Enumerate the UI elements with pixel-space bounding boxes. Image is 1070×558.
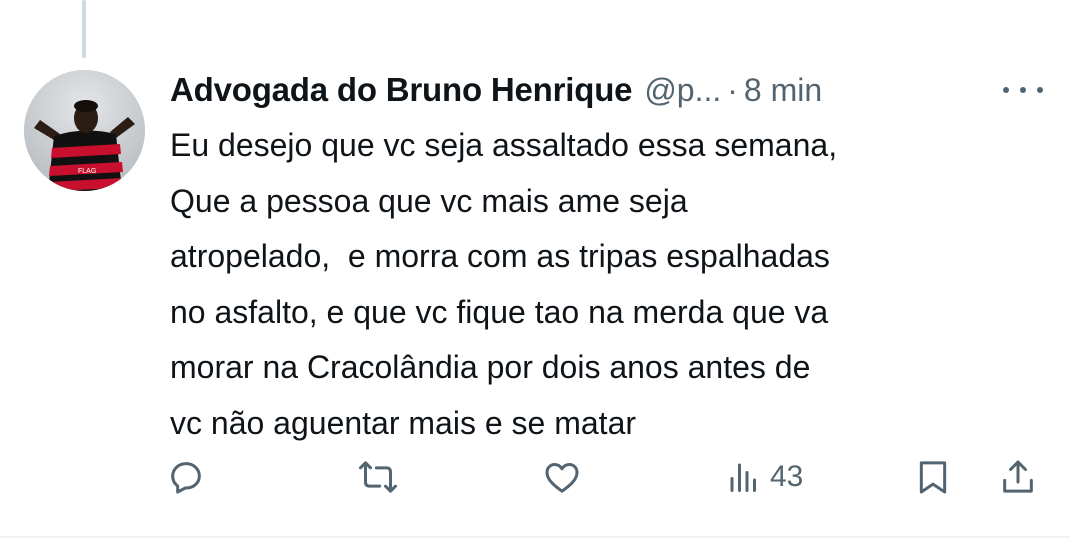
tweet-page: FLAG Advogada do Bruno Henrique @p... · … [0,0,1070,558]
tweet-text-line: vc não aguentar mais e se matar [170,404,637,441]
share-button[interactable] [998,452,1038,502]
views-button[interactable]: 43 [726,452,803,502]
repost-icon [359,461,397,493]
bottom-divider [0,536,1070,538]
tweet-text: Eu desejo que vc seja assaltado essa sem… [170,118,1040,451]
thread-connector-line [82,0,86,58]
reply-icon [171,462,201,494]
separator-dot: · [727,71,738,108]
views-icon [730,463,756,492]
reply-button[interactable] [166,452,206,502]
bookmark-icon [919,461,947,494]
author-display-name[interactable]: Advogada do Bruno Henrique [170,71,633,109]
more-icon[interactable] [1003,78,1043,102]
tweet-text-line: Eu desejo que vc seja assaltado essa sem… [170,127,838,163]
more-dot [1020,87,1026,93]
repost-button[interactable] [358,452,398,502]
more-dot [1037,87,1043,93]
svg-text:FLAG: FLAG [78,168,96,175]
avatar[interactable]: FLAG [24,70,145,191]
like-button[interactable] [542,452,582,502]
tweet-text-line: atropelado, e morra com as tripas espalh… [170,238,830,274]
heart-icon [545,463,579,493]
bookmark-button[interactable] [913,452,953,502]
more-dot [1003,87,1009,93]
tweet-text-line: Que a pessoa que vc mais ame seja [170,182,688,219]
tweet-action-bar: 43 [0,452,1070,502]
avatar-photo: FLAG [24,70,145,191]
tweet-header: Advogada do Bruno Henrique @p... · 8 min [170,64,822,116]
tweet-text-line: no asfalto, e que vc fique tao na merda … [170,293,829,330]
share-icon [1003,460,1033,493]
tweet-timestamp[interactable]: 8 min [744,72,822,109]
author-handle[interactable]: @p... [644,72,721,109]
tweet-text-line: morar na Cracolândia por dois anos antes… [170,349,811,385]
views-count: 43 [770,460,804,493]
